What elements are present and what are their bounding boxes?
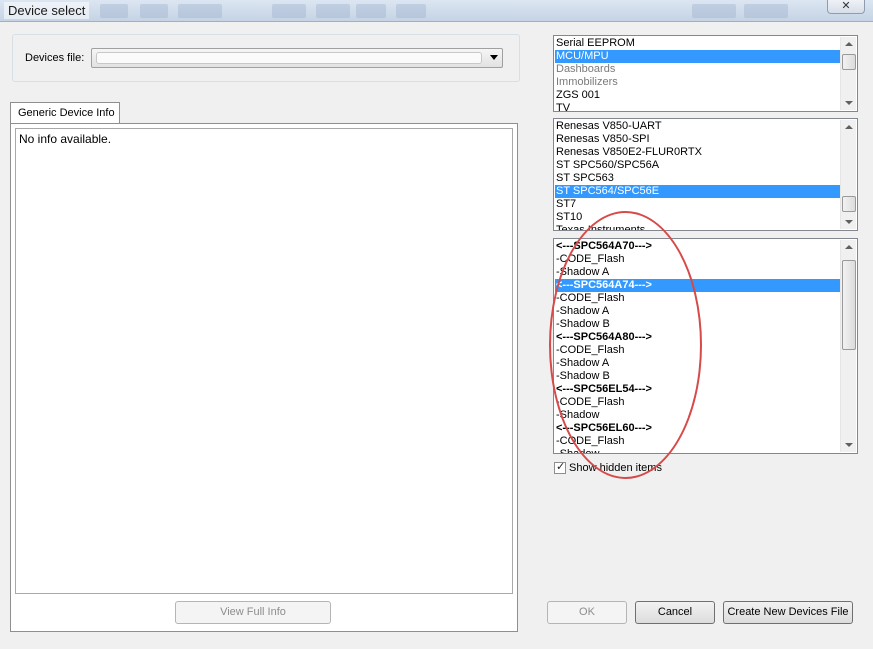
list-item[interactable]: Renesas V850-UART bbox=[555, 120, 840, 133]
window-title: Device select bbox=[4, 2, 90, 19]
list-item[interactable]: Immobilizers bbox=[555, 76, 840, 89]
generic-device-info-panel: No info available. View Full Info bbox=[10, 123, 518, 632]
background-toolbar-ghost bbox=[396, 4, 426, 18]
list-item[interactable]: <---SPC564A74---> bbox=[555, 279, 840, 292]
list-item[interactable]: ST SPC560/SPC56A bbox=[555, 159, 840, 172]
list-item[interactable]: ZGS 001 bbox=[555, 89, 840, 102]
tab-generic-device-info[interactable]: Generic Device Info bbox=[10, 102, 120, 124]
family-scrollbar[interactable] bbox=[840, 120, 856, 229]
device-scrollbar[interactable] bbox=[840, 240, 856, 452]
list-item[interactable]: <---SPC56EL60---> bbox=[555, 422, 840, 435]
ok-button[interactable]: OK bbox=[547, 601, 627, 624]
background-toolbar-ghost bbox=[744, 4, 788, 18]
devices-file-combo[interactable] bbox=[91, 48, 503, 68]
close-button[interactable]: ✕ bbox=[827, 0, 865, 14]
scroll-down-icon[interactable] bbox=[845, 443, 853, 447]
category-list[interactable]: Serial EEPROM MCU/MPU Dashboards Immobilize… bbox=[553, 35, 858, 112]
scroll-thumb[interactable] bbox=[842, 196, 856, 212]
list-item[interactable]: ST10 bbox=[555, 211, 840, 224]
title-bar: Device select ✕ bbox=[0, 0, 873, 22]
list-item[interactable]: -Shadow A bbox=[555, 266, 840, 279]
category-scrollbar[interactable] bbox=[840, 37, 856, 110]
device-items: <---SPC564A70---> -CODE_Flash -Shadow A <--… bbox=[555, 240, 840, 453]
scroll-thumb[interactable] bbox=[842, 260, 856, 350]
scroll-down-icon[interactable] bbox=[845, 220, 853, 224]
create-new-devices-file-button[interactable]: Create New Devices File bbox=[723, 601, 853, 624]
background-toolbar-ghost bbox=[272, 4, 306, 18]
list-item[interactable]: -CODE_Flash bbox=[555, 292, 840, 305]
list-item[interactable]: -Shadow A bbox=[555, 357, 840, 370]
show-hidden-label: Show hidden items bbox=[569, 462, 662, 474]
list-item[interactable]: ST SPC563 bbox=[555, 172, 840, 185]
device-select-dialog: Devices file: Generic Device Info No inf… bbox=[0, 22, 873, 649]
list-item[interactable]: ST SPC564/SPC56E bbox=[555, 185, 840, 198]
list-item[interactable]: -Shadow bbox=[555, 448, 840, 453]
list-item[interactable]: -Shadow B bbox=[555, 370, 840, 383]
list-item[interactable]: -Shadow bbox=[555, 409, 840, 422]
devices-file-group: Devices file: bbox=[12, 34, 520, 82]
chevron-down-icon[interactable] bbox=[490, 55, 498, 60]
background-toolbar-ghost bbox=[178, 4, 222, 18]
list-item[interactable]: Texas Instruments bbox=[555, 224, 840, 230]
scroll-thumb[interactable] bbox=[842, 54, 856, 70]
list-item[interactable]: -CODE_Flash bbox=[555, 344, 840, 357]
list-item[interactable]: <---SPC564A80---> bbox=[555, 331, 840, 344]
list-item[interactable]: ST7 bbox=[555, 198, 840, 211]
list-item[interactable]: Renesas V850E2-FLUR0RTX bbox=[555, 146, 840, 159]
scroll-down-icon[interactable] bbox=[845, 101, 853, 105]
category-items: Serial EEPROM MCU/MPU Dashboards Immobilize… bbox=[555, 37, 840, 111]
list-item[interactable]: <---SPC56EL54---> bbox=[555, 383, 840, 396]
close-icon: ✕ bbox=[841, 0, 851, 12]
list-item[interactable]: Renesas V850-SPI bbox=[555, 133, 840, 146]
tab-label: Generic Device Info bbox=[18, 107, 115, 119]
list-item[interactable]: TV bbox=[555, 102, 840, 111]
list-item[interactable]: Dashboards bbox=[555, 63, 840, 76]
info-text-area[interactable]: No info available. bbox=[15, 128, 513, 594]
cancel-button[interactable]: Cancel bbox=[635, 601, 715, 624]
show-hidden-checkbox[interactable] bbox=[554, 460, 566, 474]
scroll-up-icon[interactable] bbox=[845, 42, 853, 46]
devices-file-value bbox=[96, 52, 482, 64]
list-item[interactable]: -CODE_Flash bbox=[555, 435, 840, 448]
device-list[interactable]: <---SPC564A70---> -CODE_Flash -Shadow A <--… bbox=[553, 238, 858, 454]
devices-file-label: Devices file: bbox=[25, 52, 85, 64]
background-toolbar-ghost bbox=[692, 4, 736, 18]
list-item[interactable]: -Shadow A bbox=[555, 305, 840, 318]
background-toolbar-ghost bbox=[100, 4, 128, 18]
list-item[interactable]: Serial EEPROM bbox=[555, 37, 840, 50]
list-item[interactable]: -Shadow B bbox=[555, 318, 840, 331]
scroll-up-icon[interactable] bbox=[845, 125, 853, 129]
info-text: No info available. bbox=[19, 132, 112, 146]
family-items: Renesas V850-UART Renesas V850-SPI Renesas… bbox=[555, 120, 840, 230]
scroll-up-icon[interactable] bbox=[845, 245, 853, 249]
list-item[interactable]: MCU/MPU bbox=[555, 50, 840, 63]
family-list[interactable]: Renesas V850-UART Renesas V850-SPI Renesas… bbox=[553, 118, 858, 231]
list-item[interactable]: -CODE_Flash bbox=[555, 253, 840, 266]
list-item[interactable]: -CODE_Flash bbox=[555, 396, 840, 409]
view-full-info-button[interactable]: View Full Info bbox=[175, 601, 331, 624]
list-item[interactable]: <---SPC564A70---> bbox=[555, 240, 840, 253]
background-toolbar-ghost bbox=[356, 4, 386, 18]
background-toolbar-ghost bbox=[140, 4, 168, 18]
background-toolbar-ghost bbox=[316, 4, 350, 18]
